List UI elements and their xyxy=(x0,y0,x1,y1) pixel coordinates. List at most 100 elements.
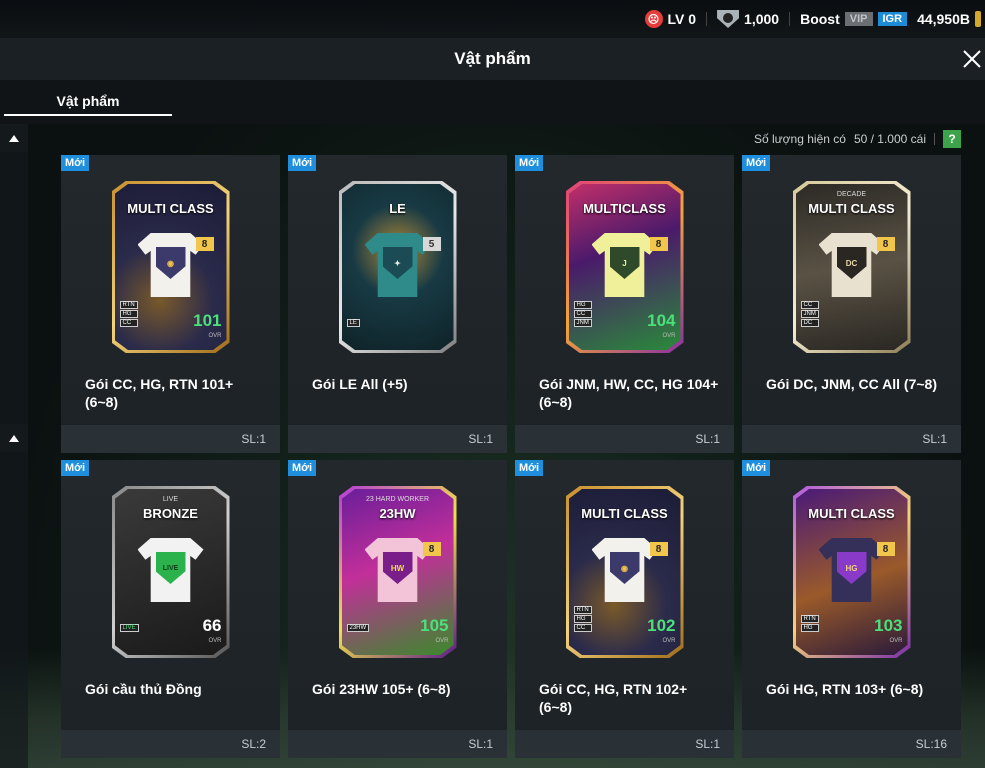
balance-value: 44,950B xyxy=(917,11,970,27)
divider xyxy=(706,12,708,26)
divider xyxy=(934,133,935,145)
position-tag: HG xyxy=(573,615,592,623)
item-count: SL:16 xyxy=(742,730,961,758)
pack-card-image: MULTI CLASS ◉ 8 RTN HG CC 101 OVR xyxy=(111,181,230,353)
position-tag: HG xyxy=(800,624,819,632)
position-tag: DC xyxy=(800,319,819,327)
close-icon xyxy=(963,50,981,68)
ovr-label: OVR xyxy=(662,638,676,644)
side-rail xyxy=(0,152,28,768)
item-name: Gói CC, HG, RTN 102+ (6~8) xyxy=(539,681,688,715)
ovr-label: OVR xyxy=(435,638,449,644)
pack-card-image: 23 HARD WORKER 23HW HW 8 23HW 105 OVR xyxy=(338,486,457,658)
item-grid: Mới MULTI CLASS ◉ 8 RTN HG CC 101 OVR Gó… xyxy=(61,155,961,758)
shield-icon xyxy=(717,10,740,28)
item-count: SL:1 xyxy=(61,425,280,453)
card-title: 23HW xyxy=(379,506,416,521)
position-tag: JNM xyxy=(800,310,819,318)
level-label: LV 0 xyxy=(667,11,697,27)
position-tag: HG xyxy=(119,310,138,318)
currency-bar: ☹ LV 0 1,000 Boost VIP IGR 44,950B xyxy=(0,0,985,38)
quantity-value: 50 / 1.000 cái xyxy=(853,132,926,146)
item-tile[interactable]: Mới MULTI CLASS ◉ 8 RTN HG CC 102 OVR Gó… xyxy=(515,460,734,758)
item-tile[interactable]: Mới DECADE MULTI CLASS DC 8 CC JNM DC Gó… xyxy=(742,155,961,453)
title-bar: Vật phẩm xyxy=(0,38,985,80)
ovr-value: 102 xyxy=(647,616,676,635)
item-name: Gói LE All (+5) xyxy=(312,376,408,392)
new-badge: Mới xyxy=(61,155,90,171)
grade-badge: 5 xyxy=(422,237,441,251)
level-face-icon: ☹ xyxy=(644,10,663,28)
new-badge: Mới xyxy=(515,155,544,171)
card-title: MULTI CLASS xyxy=(808,506,895,521)
new-badge: Mới xyxy=(742,155,771,171)
item-name: Gói DC, JNM, CC All (7~8) xyxy=(766,376,938,392)
grade-badge: 8 xyxy=(422,542,441,556)
level-indicator[interactable]: ☹ LV 0 xyxy=(644,10,697,28)
quantity-row: Số lượng hiện có 50 / 1.000 cái ? xyxy=(754,128,961,150)
boost-indicator[interactable]: Boost VIP IGR xyxy=(800,11,908,27)
points-indicator[interactable]: 1,000 xyxy=(717,10,779,28)
card-subtitle: DECADE xyxy=(836,191,867,198)
position-tag: RTN xyxy=(573,606,592,614)
new-badge: Mới xyxy=(742,460,771,476)
new-badge: Mới xyxy=(288,460,317,476)
ovr-label: OVR xyxy=(208,638,222,644)
grade-badge: 8 xyxy=(876,542,895,556)
item-tile[interactable]: Mới MULTI CLASS HG 8 RTN HG 103 OVR Gói … xyxy=(742,460,961,758)
item-count: SL:2 xyxy=(61,730,280,758)
item-count: SL:1 xyxy=(288,425,507,453)
item-tile[interactable]: Mới MULTI CLASS ◉ 8 RTN HG CC 101 OVR Gó… xyxy=(61,155,280,453)
item-name: Gói JNM, HW, CC, HG 104+ (6~8) xyxy=(539,376,719,410)
item-tile[interactable]: Mới MULTICLASS J 8 HG CC JNM 104 OVR Gói… xyxy=(515,155,734,453)
balance-indicator[interactable]: 44,950B xyxy=(917,11,981,27)
item-name: Gói cầu thủ Đồng xyxy=(85,681,202,697)
tab-strip: Vật phẩm xyxy=(0,80,985,124)
item-tile[interactable]: Mới 23 HARD WORKER 23HW HW 8 23HW 105 OV… xyxy=(288,460,507,758)
position-tag: CC xyxy=(573,310,592,318)
position-tag: CC xyxy=(800,301,819,309)
item-count: SL:1 xyxy=(742,425,961,453)
tab-items[interactable]: Vật phẩm xyxy=(4,90,172,116)
ovr-value: 66 xyxy=(202,616,222,635)
grade-badge: 8 xyxy=(649,542,668,556)
close-button[interactable] xyxy=(959,46,985,72)
grade-badge: 8 xyxy=(649,237,668,251)
pack-card-image: LE ✦ 5 LE xyxy=(338,181,457,353)
grade-badge: 8 xyxy=(876,237,895,251)
igr-badge: IGR xyxy=(877,12,908,26)
position-tag: HG xyxy=(573,301,592,309)
item-tile[interactable]: Mới LIVE BRONZE LIVE LIVE 66 OVR Gói cầu… xyxy=(61,460,280,758)
vip-badge: VIP xyxy=(844,12,873,26)
scroll-up-button[interactable] xyxy=(0,124,28,152)
new-badge: Mới xyxy=(61,460,90,476)
quantity-label: Số lượng hiện có xyxy=(753,132,846,146)
item-tile[interactable]: Mới LE ✦ 5 LE Gói LE All (+5) SL:1 xyxy=(288,155,507,453)
triangle-up-icon xyxy=(9,134,19,142)
item-count: SL:1 xyxy=(515,425,734,453)
card-title: MULTI CLASS xyxy=(127,201,214,216)
card-title: MULTICLASS xyxy=(583,201,666,216)
ovr-label: OVR xyxy=(662,333,676,339)
grade-badge: 8 xyxy=(195,237,214,251)
ovr-value: 105 xyxy=(420,616,449,635)
position-tag: RTN xyxy=(119,301,138,309)
item-name: Gói CC, HG, RTN 101+ (6~8) xyxy=(85,376,234,410)
triangle-up-icon xyxy=(9,434,19,442)
help-button[interactable]: ? xyxy=(943,130,961,148)
new-badge: Mới xyxy=(515,460,544,476)
position-tag: 23HW xyxy=(346,624,370,632)
card-title: BRONZE xyxy=(143,506,198,521)
ovr-label: OVR xyxy=(208,333,222,339)
ovr-value: 103 xyxy=(874,616,903,635)
scroll-up-button-2[interactable] xyxy=(0,424,28,452)
page-title: Vật phẩm xyxy=(454,49,531,68)
pack-card-image: MULTI CLASS HG 8 RTN HG 103 OVR xyxy=(792,486,911,658)
position-tag: JNM xyxy=(573,319,592,327)
position-tag: RTN xyxy=(800,615,819,623)
boost-label: Boost xyxy=(800,11,840,27)
ovr-label: OVR xyxy=(889,638,903,644)
pack-card-image: DECADE MULTI CLASS DC 8 CC JNM DC xyxy=(792,181,911,353)
item-name: Gói 23HW 105+ (6~8) xyxy=(312,681,451,697)
item-count: SL:1 xyxy=(515,730,734,758)
